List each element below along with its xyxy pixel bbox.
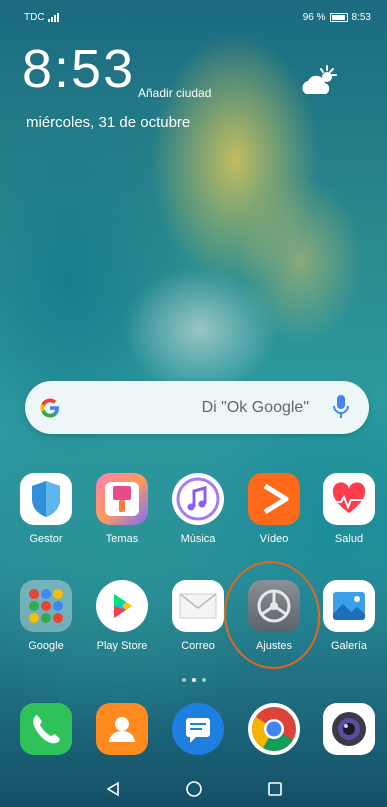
music-note-icon (172, 473, 224, 525)
app-label: Galería (330, 640, 368, 652)
carrier-info: TDC (24, 12, 59, 23)
shield-icon (20, 473, 72, 525)
app-google-folder[interactable]: Google (11, 580, 81, 652)
contacts-icon (96, 703, 148, 755)
recents-icon[interactable] (262, 776, 288, 802)
page-dot (201, 678, 206, 682)
phone-icon (20, 703, 72, 755)
heart-icon (323, 473, 375, 525)
envelope-icon (172, 580, 224, 632)
date-label: miércoles, 31 de octubre (26, 114, 191, 131)
status-bar: TDC 96 % 8:53 (0, 0, 387, 26)
app-ajustes[interactable]: Ajustes (239, 580, 309, 652)
app-label: Vídeo (259, 533, 289, 545)
app-salud[interactable]: Salud (314, 473, 384, 545)
brush-icon (96, 473, 148, 525)
gallery-icon (323, 580, 375, 632)
app-gestor[interactable]: Gestor (11, 473, 81, 545)
app-galeria[interactable]: Galería (314, 580, 384, 652)
app-label: Temas (105, 533, 139, 545)
page-dot (181, 678, 186, 682)
search-placeholder: Di "Ok Google" (201, 399, 309, 416)
app-label: Ajustes (255, 640, 293, 652)
battery-icon (329, 13, 348, 22)
app-label: Música (180, 533, 216, 545)
app-label: Play Store (96, 640, 148, 652)
dock-camera[interactable] (314, 703, 384, 755)
dock-phone[interactable] (11, 703, 81, 755)
app-play-store[interactable]: Play Store (87, 580, 157, 652)
battery-percent: 96 % (302, 12, 326, 23)
google-g-icon (40, 398, 59, 418)
home-screen: TDC 96 % 8:53 8:53 Añadir ciudad miércol… (0, 0, 387, 807)
camera-icon (323, 703, 375, 755)
carrier-name: TDC (24, 12, 45, 23)
navigation-bar (0, 770, 387, 807)
clock-widget[interactable]: 8:53 (22, 42, 135, 96)
status-right: 96 % 8:53 (303, 12, 371, 23)
dock-contacts[interactable] (87, 703, 157, 755)
gear-icon (248, 580, 300, 632)
page-dot-active (191, 678, 196, 682)
back-icon[interactable] (100, 776, 126, 802)
dock-chrome[interactable] (239, 703, 309, 755)
partly-cloudy-icon[interactable] (300, 64, 340, 98)
app-label: Salud (334, 533, 364, 545)
home-icon[interactable] (181, 776, 207, 802)
signal-icon (47, 13, 59, 22)
play-icon (248, 473, 300, 525)
messages-icon (172, 703, 224, 755)
microphone-icon[interactable] (333, 394, 349, 420)
status-time: 8:53 (351, 12, 371, 23)
google-search-bar[interactable]: Di "Ok Google" (25, 381, 369, 434)
dock-messages[interactable] (163, 703, 233, 755)
app-label: Google (28, 640, 64, 652)
page-indicator[interactable] (0, 678, 387, 682)
add-city-link[interactable]: Añadir ciudad (138, 86, 211, 100)
app-label: Gestor (29, 533, 63, 545)
app-correo[interactable]: Correo (163, 580, 233, 652)
app-temas[interactable]: Temas (87, 473, 157, 545)
app-musica[interactable]: Música (163, 473, 233, 545)
play-store-icon (96, 580, 148, 632)
folder-icon (20, 580, 72, 632)
chrome-icon (248, 703, 300, 755)
app-label: Correo (181, 640, 215, 652)
app-video[interactable]: Vídeo (239, 473, 309, 545)
